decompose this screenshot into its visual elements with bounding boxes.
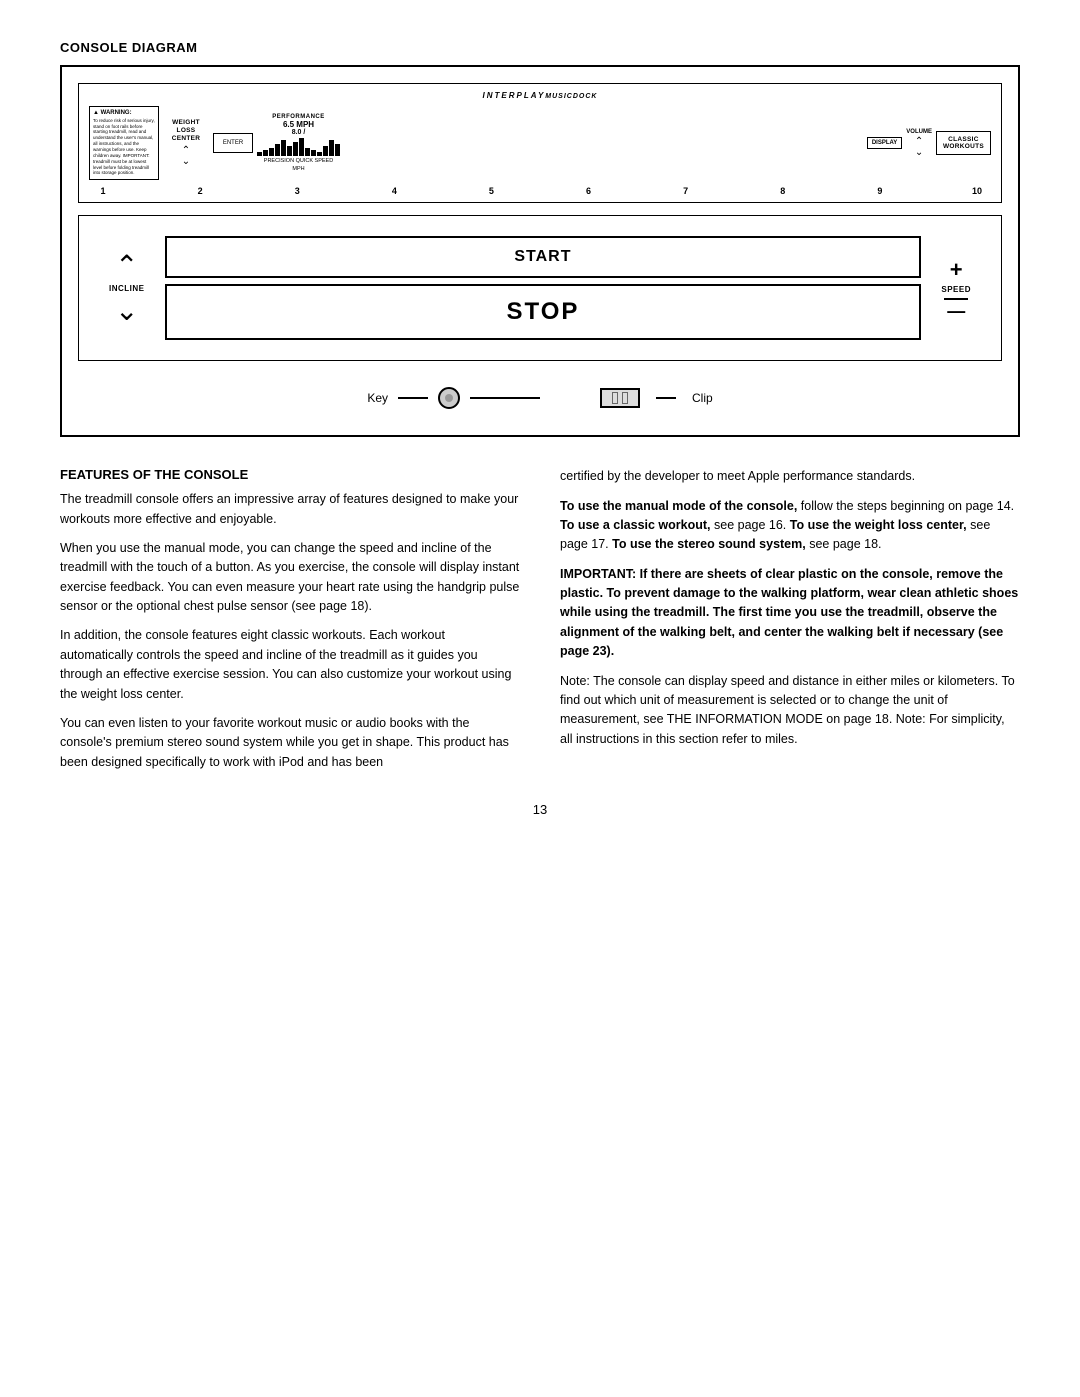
number-6: 6: [579, 186, 599, 196]
paragraph-7: IMPORTANT: If there are sheets of clear …: [560, 565, 1020, 662]
speed-plus-icon[interactable]: +: [950, 259, 963, 281]
paragraph-3: In addition, the console features eight …: [60, 626, 520, 704]
paragraph-6: To use the manual mode of the console, f…: [560, 497, 1020, 555]
connector-line: [470, 397, 540, 399]
features-title: FEATURES OF THE CONSOLE: [60, 467, 520, 482]
clip-label: Clip: [692, 391, 713, 405]
stop-button[interactable]: STOP: [165, 284, 922, 340]
musicdock-label: INTERPLAYMUSICDOCK: [89, 90, 991, 100]
weight-loss-center[interactable]: WEIGHT LOSS CENTER ⌃ ⌄: [163, 119, 209, 167]
key-label: Key: [367, 391, 388, 405]
display-button[interactable]: DISPLAY: [867, 137, 902, 149]
paragraph-5: certified by the developer to meet Apple…: [560, 467, 1020, 486]
page-number: 13: [60, 802, 1020, 817]
number-2: 2: [190, 186, 210, 196]
number-row: 1 2 3 4 5 6 7 8 9 10: [89, 186, 991, 196]
performance-bars: [257, 136, 340, 156]
paragraph-4: You can even listen to your favorite wor…: [60, 714, 520, 772]
middle-panel: ⌃ INCLINE ⌄ START STOP + SPEED —: [78, 215, 1002, 361]
key-dash: [398, 397, 428, 399]
number-10: 10: [967, 186, 987, 196]
number-1: 1: [93, 186, 113, 196]
start-button[interactable]: START: [165, 236, 922, 278]
number-8: 8: [773, 186, 793, 196]
clip-dash: [656, 397, 676, 399]
volume-down-arrow[interactable]: ⌄: [915, 148, 923, 158]
clip-connector: [600, 388, 640, 408]
number-7: 7: [676, 186, 696, 196]
key-clip-section: Key Clip: [78, 377, 1002, 419]
top-strip: INTERPLAYMUSICDOCK ▲ WARNING: To reduce …: [78, 83, 1002, 203]
warning-box: ▲ WARNING: To reduce risk of serious inj…: [89, 106, 159, 180]
enter-button[interactable]: ENTER: [213, 133, 253, 153]
number-4: 4: [384, 186, 404, 196]
weight-loss-down-arrow[interactable]: ⌄: [182, 157, 190, 167]
section-title: CONSOLE DIAGRAM: [60, 40, 1020, 55]
number-9: 9: [870, 186, 890, 196]
start-stop-panel: START STOP: [165, 236, 922, 340]
speed-minus-icon[interactable]: —: [944, 298, 968, 318]
incline-control[interactable]: ⌃ INCLINE ⌄: [109, 252, 145, 325]
volume-control[interactable]: VOLUME ⌃ ⌄: [906, 129, 932, 158]
volume-up-arrow[interactable]: ⌃: [915, 137, 923, 147]
left-column: FEATURES OF THE CONSOLE The treadmill co…: [60, 467, 520, 782]
number-5: 5: [481, 186, 501, 196]
key-circle: [438, 387, 460, 409]
classic-workouts-button[interactable]: CLASSICWORKOUTS: [936, 131, 991, 155]
speed-control[interactable]: + SPEED —: [941, 259, 971, 318]
number-3: 3: [287, 186, 307, 196]
console-diagram: INTERPLAYMUSICDOCK ▲ WARNING: To reduce …: [60, 65, 1020, 437]
incline-down-arrow[interactable]: ⌄: [115, 297, 138, 325]
performance-display: PERFORMANCE 6.5 MPH 8.0 /: [257, 114, 340, 172]
weight-loss-up-arrow[interactable]: ⌃: [182, 146, 190, 156]
paragraph-1: The treadmill console offers an impressi…: [60, 490, 520, 529]
right-column: certified by the developer to meet Apple…: [560, 467, 1020, 782]
incline-up-arrow[interactable]: ⌃: [115, 252, 138, 280]
bottom-text-section: FEATURES OF THE CONSOLE The treadmill co…: [60, 467, 1020, 782]
paragraph-8: Note: The console can display speed and …: [560, 672, 1020, 750]
paragraph-2: When you use the manual mode, you can ch…: [60, 539, 520, 617]
